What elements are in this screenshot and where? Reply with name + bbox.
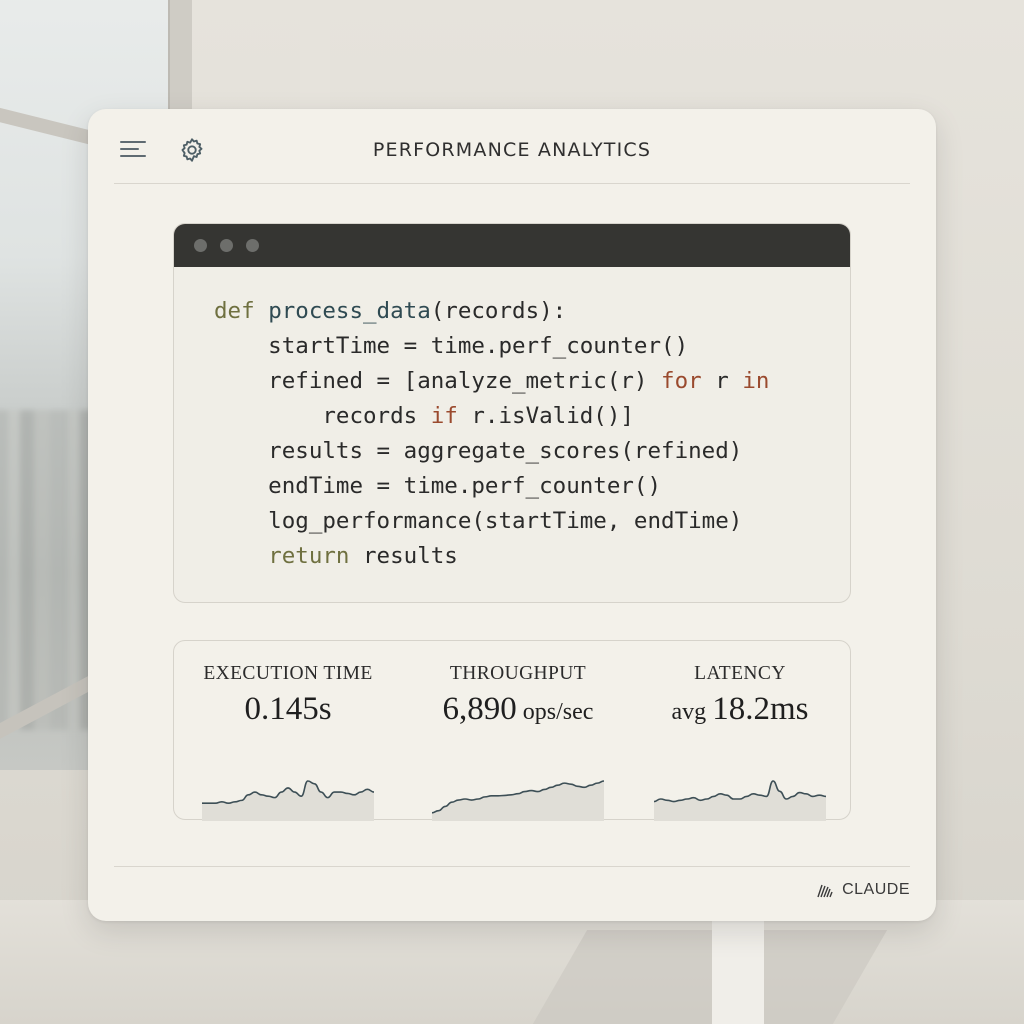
code-line: records if r.isValid()] bbox=[214, 403, 634, 429]
metric-throughput: THROUGHPUT 6,890 ops/sec bbox=[408, 663, 628, 821]
brand: CLAUDE bbox=[816, 881, 910, 899]
code-line: log_performance(startTime, endTime) bbox=[214, 508, 743, 534]
code-line: results = aggregate_scores(refined) bbox=[214, 438, 743, 464]
page-title: PERFORMANCE ANALYTICS bbox=[372, 139, 652, 161]
code-window-titlebar bbox=[174, 224, 850, 267]
metric-label: THROUGHPUT bbox=[449, 663, 587, 684]
metric-value: 6,890 ops/sec bbox=[442, 691, 594, 727]
sparkline-area bbox=[202, 781, 374, 821]
code-line: return results bbox=[268, 543, 458, 569]
code-line: endTime = time.perf_counter() bbox=[214, 473, 662, 499]
code-editor: def process_data(records): startTime = t… bbox=[173, 223, 851, 603]
code-line: refined = [analyze_metric(r) for r in bbox=[214, 368, 770, 394]
code-line: startTime = time.perf_counter() bbox=[214, 333, 689, 359]
code-line: def process_data(records): bbox=[214, 298, 567, 324]
metric-latency: LATENCY avg 18.2ms bbox=[630, 663, 850, 821]
footer: CLAUDE bbox=[114, 866, 910, 921]
app-window: PERFORMANCE ANALYTICS def process_data(r… bbox=[88, 109, 936, 921]
metric-label: LATENCY bbox=[694, 663, 786, 684]
sparkline-chart bbox=[202, 780, 374, 821]
brand-name: CLAUDE bbox=[842, 881, 910, 898]
metrics-panel: EXECUTION TIME 0.145s THROUGHPUT 6,890 o… bbox=[173, 640, 851, 821]
window-dot-minimize[interactable] bbox=[220, 239, 233, 252]
metric-value: 0.145s bbox=[244, 691, 332, 727]
code-block[interactable]: def process_data(records): startTime = t… bbox=[214, 294, 769, 574]
metric-execution-time: EXECUTION TIME 0.145s bbox=[178, 663, 398, 821]
window-dot-maximize[interactable] bbox=[246, 239, 259, 252]
sparkline-chart bbox=[654, 780, 826, 821]
top-bar: PERFORMANCE ANALYTICS bbox=[114, 109, 910, 184]
sparkline-chart bbox=[432, 780, 604, 821]
metric-value: avg 18.2ms bbox=[671, 691, 809, 727]
claude-logo-icon bbox=[817, 884, 833, 898]
metric-label: EXECUTION TIME bbox=[203, 663, 373, 684]
window-dot-close[interactable] bbox=[194, 239, 207, 252]
